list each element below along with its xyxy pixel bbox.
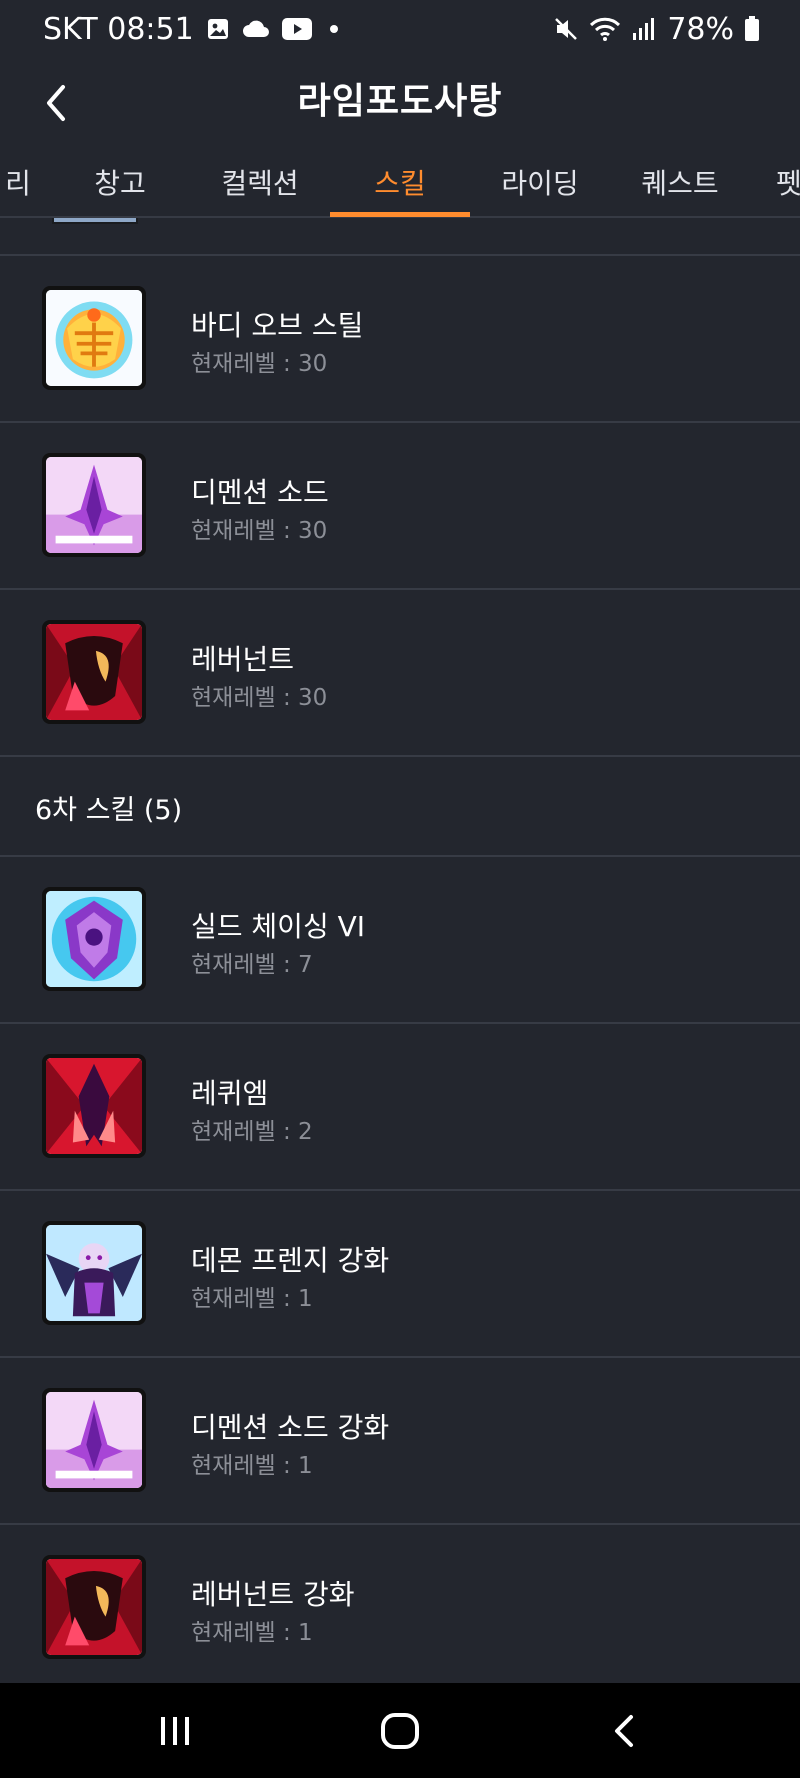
skill-level: 현재레벨 : 7	[191, 952, 313, 978]
skill-level: 현재레벨 : 30	[191, 351, 328, 377]
skill-name: 레버넌트 강화	[191, 1578, 355, 1611]
skill-level: 현재레벨 : 2	[191, 1119, 313, 1145]
list-item[interactable]: 레버넌트 강화 현재레벨 : 1	[0, 1525, 800, 1683]
tab-riding[interactable]: 라이딩	[480, 150, 600, 216]
revenant-icon	[42, 1555, 146, 1659]
battery-icon	[744, 16, 760, 42]
tab-pet[interactable]: 펫	[776, 150, 800, 216]
status-bar: SKT 08:51 78%	[0, 0, 800, 58]
tab-partial-left[interactable]: 리	[0, 150, 38, 216]
skill-name: 레버넌트	[191, 643, 295, 676]
youtube-icon	[281, 18, 312, 40]
home-button[interactable]	[360, 1701, 440, 1761]
tab-collection[interactable]: 컬렉션	[200, 150, 320, 216]
gallery-icon	[206, 17, 230, 41]
nav-back-button[interactable]	[584, 1701, 664, 1761]
wifi-icon	[589, 16, 621, 42]
list-item[interactable]: 디멘션 소드 현재레벨 : 30	[0, 423, 800, 588]
system-nav-bar	[0, 1683, 800, 1778]
requiem-icon	[42, 1054, 146, 1158]
skill-list: 바디 오브 스틸 현재레벨 : 30 디멘션 소드 현재레벨 : 30 레버넌트…	[0, 218, 800, 1683]
mute-icon	[553, 16, 579, 42]
list-item[interactable]: 디멘션 소드 강화 현재레벨 : 1	[0, 1358, 800, 1523]
tab-bar: 리 창고 컬렉션 스킬 라이딩 퀘스트 펫	[0, 150, 800, 218]
body-of-steel-icon	[42, 286, 146, 390]
battery-percent: 78%	[667, 11, 734, 47]
dimension-sword-icon	[42, 1388, 146, 1492]
signal-icon	[631, 17, 657, 41]
tab-storage[interactable]: 창고	[70, 150, 170, 216]
list-item[interactable]: 레퀴엠 현재레벨 : 2	[0, 1024, 800, 1189]
partial-skill-icon	[52, 218, 138, 224]
notification-dot-icon	[329, 25, 338, 33]
skill-name: 데몬 프렌지 강화	[191, 1244, 390, 1277]
section-title: 6차 스킬 (5)	[35, 795, 183, 826]
tab-quest[interactable]: 퀘스트	[620, 150, 740, 216]
skill-level: 현재레벨 : 1	[191, 1620, 313, 1646]
skill-name: 디멘션 소드	[191, 476, 329, 509]
skill-level: 현재레벨 : 1	[191, 1286, 313, 1312]
recent-apps-icon	[161, 1717, 189, 1745]
shield-chasing-icon	[42, 887, 146, 991]
skill-name: 실드 체이싱 VI	[191, 910, 366, 943]
list-item[interactable]: 실드 체이싱 VI 현재레벨 : 7	[0, 857, 800, 1022]
page-title: 라임포도사탕	[297, 81, 503, 122]
list-item[interactable]: 바디 오브 스틸 현재레벨 : 30	[0, 256, 800, 421]
list-item[interactable]: 레버넌트 현재레벨 : 30	[0, 590, 800, 755]
skill-level: 현재레벨 : 30	[191, 518, 328, 544]
home-icon	[381, 1713, 419, 1749]
skill-level: 현재레벨 : 1	[191, 1453, 313, 1479]
tab-skill[interactable]: 스킬	[340, 150, 460, 216]
demon-frenzy-icon	[42, 1221, 146, 1325]
divider	[0, 755, 800, 757]
skill-level: 현재레벨 : 30	[191, 685, 328, 711]
back-icon	[615, 1715, 633, 1747]
cloud-icon	[242, 19, 270, 39]
dimension-sword-icon	[42, 453, 146, 557]
active-tab-indicator	[330, 212, 470, 217]
recent-apps-button[interactable]	[135, 1701, 215, 1761]
skill-name: 레퀴엠	[191, 1077, 269, 1110]
list-item[interactable]: 데몬 프렌지 강화 현재레벨 : 1	[0, 1191, 800, 1356]
status-time: SKT 08:51	[43, 11, 194, 47]
skill-name: 디멘션 소드 강화	[191, 1411, 390, 1444]
revenant-icon	[42, 620, 146, 724]
skill-name: 바디 오브 스틸	[191, 309, 364, 342]
